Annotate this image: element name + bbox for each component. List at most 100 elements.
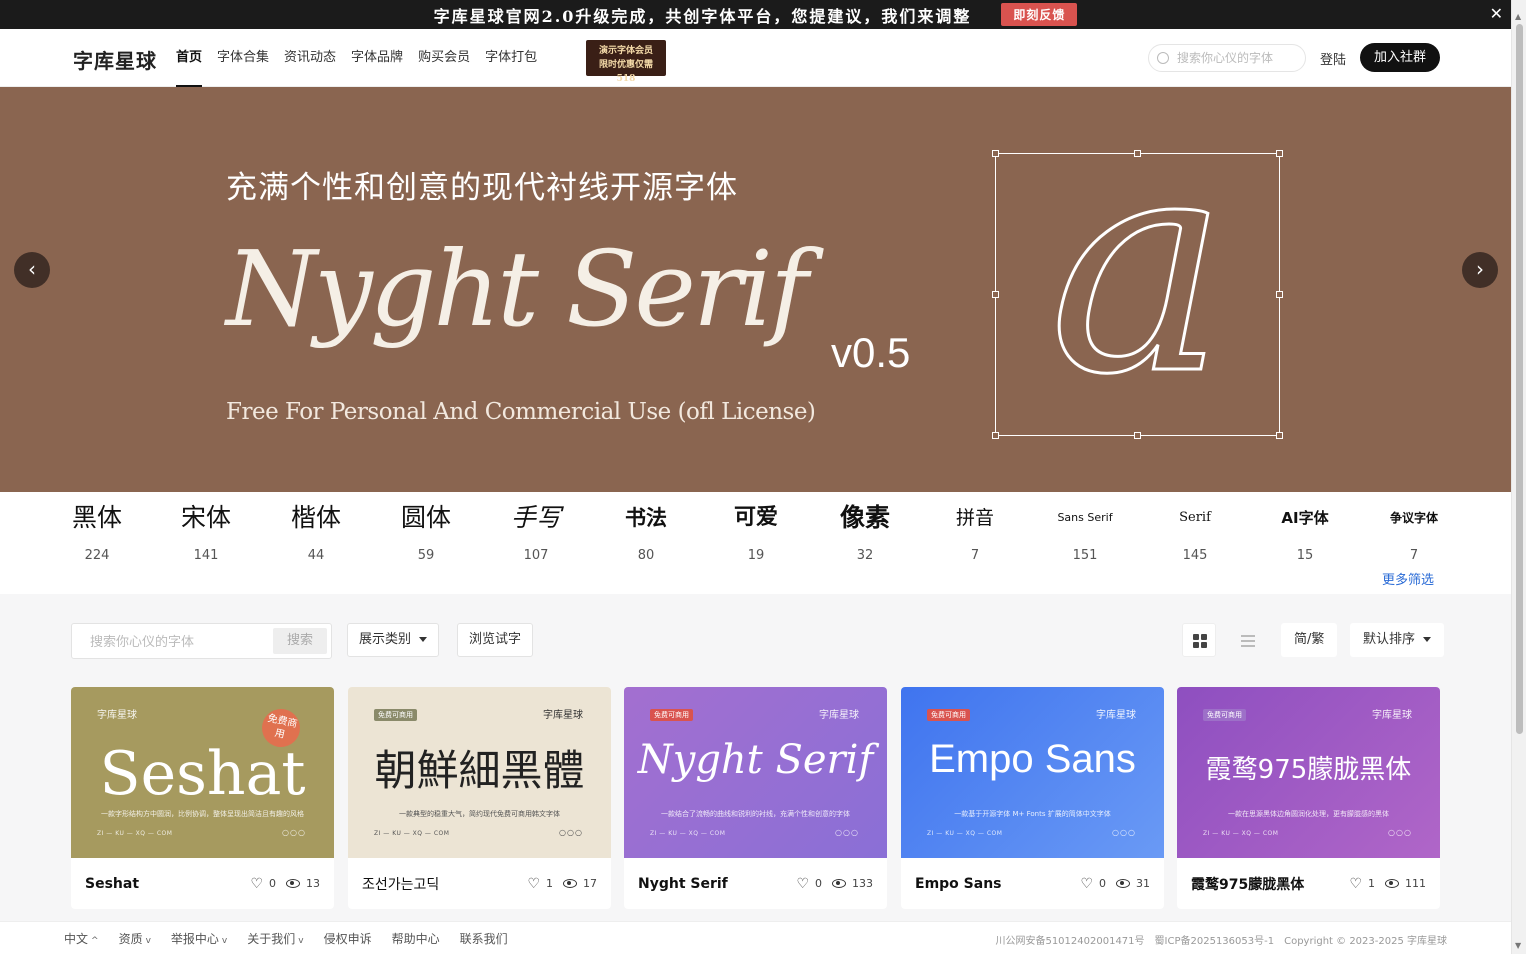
- like-count: 1: [546, 877, 553, 890]
- site-header: 字库星球 首页 字体合集 资讯动态 字体品牌 购买会员 字体打包 演示字体会员 …: [0, 29, 1511, 87]
- category-controversial[interactable]: 争议字体 7: [1359, 502, 1469, 563]
- footer-link-label: 资质: [118, 932, 143, 946]
- cover-url: ZI — KU — XQ — COM: [1203, 830, 1279, 837]
- category-calligraphy[interactable]: 书法 80: [591, 502, 701, 563]
- search-button[interactable]: 搜索: [273, 628, 327, 654]
- icp-record[interactable]: 蜀ICP备2025136053号-1: [1155, 932, 1275, 947]
- selection-handle: [1134, 432, 1141, 439]
- card-meta: 조선가는고딕 ♡ 1 17: [348, 858, 611, 909]
- scroll-down-icon[interactable]: ▼: [1515, 941, 1521, 950]
- category-count: 59: [417, 548, 435, 563]
- category-songti[interactable]: 宋体 141: [151, 502, 261, 563]
- footer-qualification[interactable]: 资质 v: [119, 930, 151, 947]
- footer-about-us[interactable]: 关于我们 v: [247, 930, 303, 947]
- category-ai[interactable]: AI字体 15: [1250, 502, 1360, 563]
- category-pixel[interactable]: 像素 32: [810, 502, 920, 563]
- banner-tagline: 充满个性和创意的现代衬线开源字体: [226, 170, 738, 206]
- police-record[interactable]: 川公网安备51012402001471号: [995, 932, 1144, 947]
- footer-infringement[interactable]: 侵权申诉: [324, 930, 372, 947]
- category-handwriting[interactable]: 手写 107: [481, 502, 591, 563]
- nav-news[interactable]: 资讯动态: [284, 29, 336, 87]
- heart-icon[interactable]: ♡: [796, 876, 809, 892]
- chevron-down-icon: v: [145, 936, 151, 946]
- membership-promo-banner[interactable]: 演示字体会员 限时优惠仅需518: [586, 40, 666, 84]
- banner-next-button[interactable]: ›: [1462, 252, 1498, 288]
- card-stats: ♡ 0 133: [796, 876, 873, 892]
- category-kaiti[interactable]: 楷体 44: [261, 502, 371, 563]
- category-cute[interactable]: 可爱 19: [701, 502, 811, 563]
- category-count: 107: [523, 548, 549, 563]
- category-yuanti[interactable]: 圆体 59: [371, 502, 481, 563]
- site-logo[interactable]: 字库星球: [73, 45, 157, 74]
- footer-language[interactable]: 中文 ^: [64, 930, 99, 947]
- font-name[interactable]: Seshat: [85, 876, 139, 892]
- join-community-button[interactable]: 加入社群: [1360, 43, 1440, 72]
- glyph-preview-box: a: [992, 114, 1283, 439]
- hero-banner[interactable]: 充满个性和创意的现代衬线开源字体 Nyght Serif v0.5 Free F…: [0, 87, 1511, 492]
- card-brand: 字库星球: [1096, 710, 1136, 721]
- heart-icon[interactable]: ♡: [527, 876, 540, 892]
- font-name[interactable]: 霞鹜975朦胧黑体: [1191, 874, 1304, 894]
- sort-select[interactable]: 默认排序: [1350, 623, 1445, 657]
- heart-icon[interactable]: ♡: [1080, 876, 1093, 892]
- banner-prev-button[interactable]: ‹: [14, 252, 50, 288]
- more-filters-link[interactable]: 更多筛选: [1382, 569, 1434, 588]
- footer-contact-us[interactable]: 联系我们: [460, 930, 508, 947]
- font-card[interactable]: 免费可商用 字库星球 霞鹜975朦胧黑体 一款在思源黑体边角圆润化处理，更有朦胧…: [1177, 687, 1440, 909]
- like-count: 0: [815, 877, 822, 890]
- promo-line-2: 限时优惠仅需518: [598, 60, 653, 84]
- selection-handle: [992, 291, 999, 298]
- category-sans-serif[interactable]: Sans Serif 151: [1030, 502, 1140, 563]
- nav-brands[interactable]: 字体品牌: [351, 29, 403, 87]
- simp-trad-toggle[interactable]: 简/繁: [1281, 623, 1338, 657]
- font-name[interactable]: Nyght Serif: [638, 876, 728, 892]
- category-serif[interactable]: Serif 145: [1140, 502, 1250, 563]
- category-name: Sans Serif: [1057, 511, 1113, 524]
- page-scrollbar[interactable]: ▲ ▼: [1511, 0, 1526, 954]
- grid-view-button[interactable]: [1182, 623, 1216, 657]
- category-name: Serif: [1179, 510, 1211, 525]
- card-stats: ♡ 1 17: [527, 876, 597, 892]
- footer-report-center[interactable]: 举报中心 v: [171, 930, 227, 947]
- category-pinyin[interactable]: 拼音 7: [920, 502, 1030, 563]
- category-name: 像素: [839, 503, 890, 532]
- scroll-up-icon[interactable]: ▲: [1515, 12, 1521, 21]
- category-select-label: 展示类别: [359, 632, 412, 647]
- category-count: 7: [1409, 548, 1419, 563]
- footer-links: 中文 ^ 资质 v 举报中心 v 关于我们 v 侵权申诉 帮助中心 联系我们: [64, 930, 508, 947]
- preview-text-button[interactable]: 浏览试字: [457, 623, 534, 657]
- font-card[interactable]: 字库星球 免费商用 Seshat 一款字形结构方中圆润，比例协调，整体呈现出简洁…: [71, 687, 334, 909]
- heart-icon[interactable]: ♡: [250, 876, 263, 892]
- close-icon[interactable]: ✕: [1490, 4, 1505, 23]
- category-strip: 黑体 224 宋体 141 楷体 44 圆体 59 手写 107 书法 80 可爱 19 像素…: [0, 492, 1511, 594]
- footer-help-center[interactable]: 帮助中心: [392, 930, 440, 947]
- like-count: 0: [1099, 877, 1106, 890]
- header-search-input[interactable]: [1177, 51, 1297, 65]
- category-count: 19: [747, 548, 765, 563]
- nav-membership[interactable]: 购买会员: [418, 29, 470, 87]
- cover-title: Nyght Serif: [637, 737, 874, 783]
- feedback-button[interactable]: 即刻反馈: [1001, 3, 1078, 26]
- scrollbar-thumb[interactable]: [1516, 24, 1523, 734]
- cover-desc: 一款在思源黑体边角圆润化处理，更有朦胧感的黑体: [1228, 810, 1389, 818]
- nav-font-pack[interactable]: 字体打包: [485, 29, 537, 87]
- font-card[interactable]: 免费可商用 字库星球 Nyght Serif 一款结合了流畅的曲线和锐利的衬线，…: [624, 687, 887, 909]
- nav-home[interactable]: 首页: [176, 29, 203, 87]
- category-select[interactable]: 展示类别: [347, 623, 440, 657]
- font-card[interactable]: 免费可商用 字库星球 Empo Sans 一款基于开源字体 M+ Fonts 扩…: [901, 687, 1164, 909]
- font-name[interactable]: Empo Sans: [915, 876, 1002, 892]
- cover-title: 霞鹜975朦胧黑体: [1205, 755, 1412, 785]
- font-name[interactable]: 조선가는고딕: [362, 874, 439, 894]
- font-search-input[interactable]: [72, 633, 272, 649]
- grid-icon: [1193, 634, 1207, 648]
- login-link[interactable]: 登陆: [1320, 49, 1346, 68]
- category-heiti[interactable]: 黑体 224: [42, 502, 152, 563]
- font-card[interactable]: 免费可商用 字库星球 朝鮮細黑體 一款典型的稳重大气，简约现代免费可商用韩文字体…: [348, 687, 611, 909]
- font-search: 搜索: [71, 623, 332, 659]
- heart-icon[interactable]: ♡: [1349, 876, 1362, 892]
- nav-collections[interactable]: 字体合集: [217, 29, 269, 87]
- card-meta: Nyght Serif ♡ 0 133: [624, 858, 887, 909]
- like-count: 0: [269, 877, 276, 890]
- banner-subtitle: Free For Personal And Commercial Use (of…: [226, 399, 816, 425]
- list-view-button[interactable]: [1230, 623, 1264, 657]
